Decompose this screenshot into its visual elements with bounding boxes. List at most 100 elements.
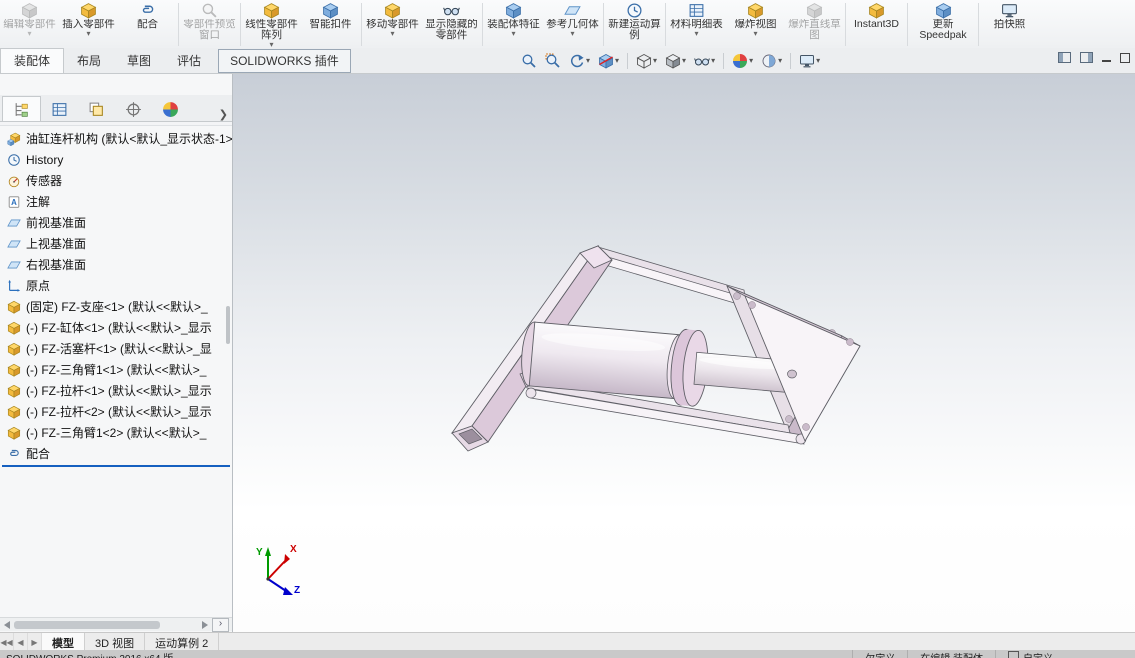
display-style-icon — [666, 53, 680, 68]
panel-tab-overflow-button[interactable]: ❯ — [219, 108, 228, 121]
view-settings-button[interactable]: ▾ — [796, 51, 823, 71]
tree-item-history[interactable]: History — [0, 149, 232, 170]
toolbar-separator — [665, 3, 666, 46]
tree-item-top-plane[interactable]: 上视基准面 — [0, 233, 232, 254]
bill-of-materials-button[interactable]: 材料明细表 ▾ — [667, 1, 726, 38]
status-product-text: SOLIDWORKS Premium 2016 x64 版 — [6, 650, 173, 658]
take-snapshot-icon — [1002, 4, 1017, 18]
tab-scroll-right-button[interactable]: ▶ — [28, 633, 42, 651]
view-orientation-button[interactable]: ▾ — [633, 51, 660, 71]
new-motion-study-button[interactable]: 新建运动算例 — [605, 1, 664, 42]
triad-z-label: Z — [294, 585, 300, 596]
insert-component-button[interactable]: 插入零部件 ▾ — [59, 1, 118, 38]
previous-view-button[interactable]: ▾ — [566, 51, 593, 71]
previous-view-icon — [570, 53, 585, 67]
restore-icon[interactable] — [1120, 52, 1130, 63]
tab-featuremanager-tree[interactable] — [2, 96, 41, 121]
edit-component-button[interactable]: 编辑零部件 ▾ — [0, 1, 59, 38]
take-snapshot-button[interactable]: 拍快照 — [980, 1, 1039, 31]
window-corner-controls — [1058, 52, 1130, 63]
linear-component-pattern-button[interactable]: 线性零部件阵列 ▾ — [242, 1, 301, 49]
apply-scene-icon — [762, 54, 776, 67]
dropdown-arrow-icon: ▾ — [27, 29, 32, 38]
view-orientation-icon — [637, 53, 651, 68]
assembly-features-button[interactable]: 装配体特征 ▾ — [484, 1, 543, 38]
tab-configurationmanager[interactable] — [78, 97, 115, 121]
tree-item-annotations[interactable]: 注解 — [0, 191, 232, 212]
model-part-link-top[interactable] — [597, 246, 749, 308]
zoom-to-area-button[interactable] — [542, 51, 564, 71]
collapse-left-pane-icon[interactable] — [1058, 52, 1071, 63]
smart-fasteners-button[interactable]: 智能扣件 — [301, 1, 360, 31]
model-pin-rod-joint[interactable] — [787, 369, 797, 379]
horizontal-scrollbar-thumb[interactable] — [14, 620, 160, 629]
explode-line-sketch-button[interactable]: 爆炸直线草图 — [785, 1, 844, 42]
tab-3d-views[interactable]: 3D 视图 — [85, 633, 146, 651]
status-defined-state: 欠定义 — [852, 650, 907, 658]
display-style-button[interactable]: ▾ — [662, 51, 689, 71]
tree-item-mates[interactable]: 配合 — [0, 443, 232, 464]
tree-item-part-fz-lagan-2[interactable]: (-) FZ-拉杆<2> (默认<<默认>_显示 — [0, 401, 232, 422]
tree-item-part-fz-sanjiaobi1-2[interactable]: (-) FZ-三角臂1<2> (默认<<默认>_ — [0, 422, 232, 443]
instant3d-button[interactable]: Instant3D — [847, 1, 906, 31]
reference-geometry-icon — [564, 6, 581, 15]
tab-layout[interactable]: 布局 — [64, 49, 114, 73]
update-speedpak-button[interactable]: 更新 Speedpak — [909, 1, 977, 42]
toolbar-separator — [907, 3, 908, 46]
linear-pattern-icon — [264, 3, 279, 19]
show-hidden-components-button[interactable]: 显示隐藏的零部件 — [422, 1, 481, 42]
exploded-view-button[interactable]: 爆炸视图 ▾ — [726, 1, 785, 38]
horizontal-scrollbar[interactable]: › — [0, 617, 232, 632]
tree-item-right-plane[interactable]: 右视基准面 — [0, 254, 232, 275]
graphics-area[interactable]: Y X Z — [232, 74, 1135, 632]
tree-item-part-fz-gangti[interactable]: (-) FZ-缸体<1> (默认<<默认>_显示 — [0, 317, 232, 338]
reference-geometry-button[interactable]: 参考几何体 ▾ — [543, 1, 602, 38]
status-custom-segment[interactable]: 自定义 — [995, 650, 1065, 658]
tree-item-part-fz-huosaigan[interactable]: (-) FZ-活塞杆<1> (默认<<默认>_显 — [0, 338, 232, 359]
document-tab-bar: ◀◀ ◀ ▶ 模型 3D 视图 运动算例 2 — [0, 632, 1135, 651]
minimize-icon[interactable] — [1102, 59, 1111, 62]
tree-item-assembly-root[interactable]: 油缸连杆机构 (默认<默认_显示状态-1> — [0, 128, 232, 149]
tree-item-part-fz-zhizuo[interactable]: (固定) FZ-支座<1> (默认<<默认>_ — [0, 296, 232, 317]
component-preview-window-button[interactable]: 零部件预览窗口 — [180, 1, 239, 42]
scroll-left-arrow-icon[interactable] — [4, 620, 10, 629]
tab-evaluate[interactable]: 评估 — [164, 49, 214, 73]
tree-item-part-fz-lagan-1[interactable]: (-) FZ-拉杆<1> (默认<<默认>_显示 — [0, 380, 232, 401]
tree-item-front-plane[interactable]: 前视基准面 — [0, 212, 232, 233]
scroll-right-arrow-icon[interactable] — [202, 620, 208, 629]
tab-scroll-left-button[interactable]: ◀ — [14, 633, 28, 651]
apply-scene-button[interactable]: ▾ — [758, 51, 785, 71]
tab-propertymanager[interactable] — [41, 97, 78, 121]
zoom-to-fit-button[interactable] — [518, 51, 540, 71]
mate-button[interactable]: 配合 — [118, 1, 177, 31]
vertical-scrollbar-thumb[interactable] — [226, 306, 230, 344]
toolbar-separator — [361, 3, 362, 46]
tree-item-origin[interactable]: 原点 — [0, 275, 232, 296]
collapse-right-pane-icon[interactable] — [1080, 52, 1093, 63]
plane-icon — [7, 219, 21, 226]
tab-solidworks-addins[interactable]: SOLIDWORKS 插件 — [218, 49, 351, 73]
tree-item-sensors[interactable]: 传感器 — [0, 170, 232, 191]
feature-manager-panel: ❯ ▾ 油缸连杆机构 (默认<默认_显示状态-1> History 传感器 注解 — [0, 74, 233, 632]
feature-tree: 油缸连杆机构 (默认<默认_显示状态-1> History 传感器 注解 前视基… — [0, 126, 232, 467]
tab-model[interactable]: 模型 — [42, 633, 85, 651]
dropdown-arrow-icon: ▾ — [570, 29, 575, 38]
tab-sketch[interactable]: 草图 — [114, 49, 164, 73]
hide-show-items-button[interactable]: ▾ — [691, 51, 718, 71]
tab-displaymanager[interactable] — [152, 97, 189, 121]
tree-item-part-fz-sanjiaobi1-1[interactable]: (-) FZ-三角臂1<1> (默认<<默认>_ — [0, 359, 232, 380]
tab-assembly[interactable]: 装配体 — [0, 48, 65, 73]
viewport-3d[interactable]: Y X Z — [232, 74, 1135, 632]
dropdown-arrow-icon: ▾ — [511, 29, 516, 38]
zoom-to-fit-icon — [522, 53, 536, 68]
panel-expand-button[interactable]: › — [212, 617, 229, 632]
view-settings-icon — [800, 54, 815, 68]
motion-study-icon — [627, 3, 642, 18]
move-component-button[interactable]: 移动零部件 ▾ — [363, 1, 422, 38]
tab-dimxpertmanager[interactable] — [115, 97, 152, 121]
section-view-button[interactable]: ▾ — [595, 51, 622, 71]
tab-motion-study-2[interactable]: 运动算例 2 — [145, 633, 220, 651]
tab-scroll-first-button[interactable]: ◀◀ — [0, 633, 14, 651]
edit-appearance-button[interactable]: ▾ — [729, 51, 756, 71]
triad-y-label: Y — [256, 547, 263, 558]
